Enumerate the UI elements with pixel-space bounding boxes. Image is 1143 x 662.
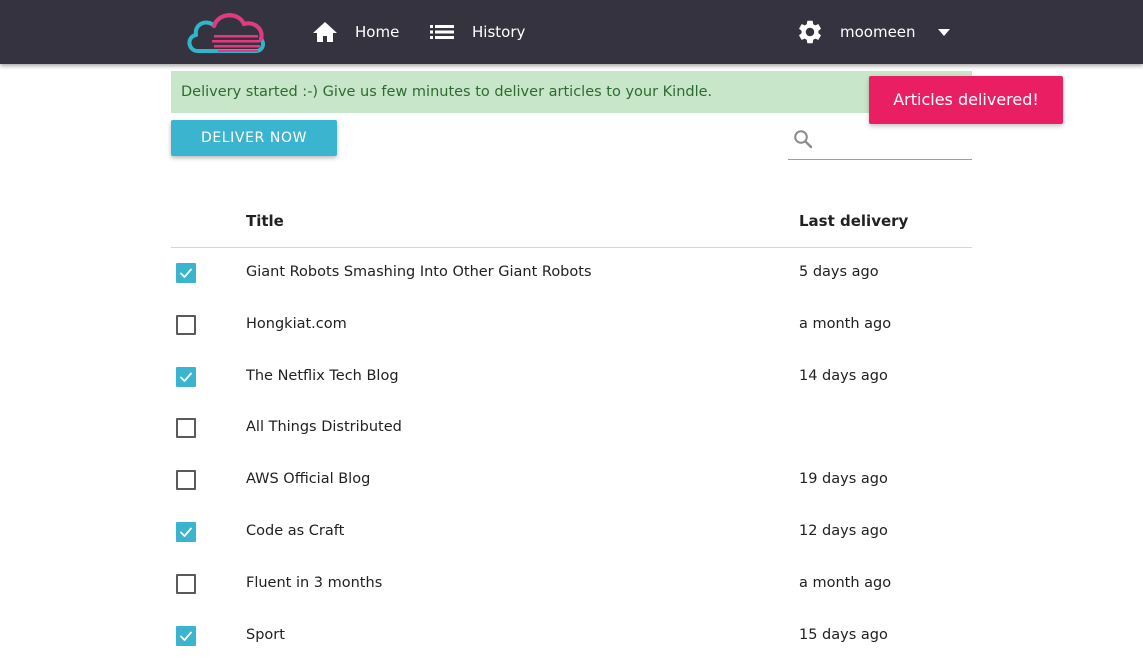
row-last-delivery: 5 days ago bbox=[799, 264, 879, 280]
table-body: Giant Robots Smashing Into Other Giant R… bbox=[171, 248, 972, 662]
articles-delivered-toast: Articles delivered! bbox=[869, 76, 1063, 124]
deliver-now-button[interactable]: DELIVER NOW bbox=[171, 120, 337, 156]
row-title[interactable]: Fluent in 3 months bbox=[246, 575, 382, 591]
row-title[interactable]: AWS Official Blog bbox=[246, 471, 370, 487]
row-title[interactable]: Hongkiat.com bbox=[246, 316, 347, 332]
check-icon bbox=[180, 268, 192, 278]
row-checkbox[interactable] bbox=[176, 470, 196, 491]
row-checkbox[interactable] bbox=[176, 366, 196, 387]
nav-history-link[interactable]: History bbox=[430, 0, 525, 64]
gear-icon[interactable] bbox=[796, 18, 824, 46]
table-header: Title Last delivery bbox=[171, 195, 972, 248]
row-last-delivery: 15 days ago bbox=[799, 626, 888, 643]
table-row[interactable]: AWS Official Blog 19 days ago bbox=[171, 455, 972, 507]
table-row[interactable]: The Netflix Tech Blog 14 days ago bbox=[171, 352, 972, 404]
row-last-delivery: a month ago bbox=[799, 574, 892, 591]
check-icon bbox=[180, 527, 192, 537]
row-last-delivery: 14 days ago bbox=[799, 367, 888, 384]
column-header-title[interactable]: Title bbox=[246, 212, 284, 230]
search-field bbox=[788, 122, 972, 160]
table-row[interactable]: Sport 15 days ago bbox=[171, 611, 972, 662]
top-navbar: Home History moomeen bbox=[0, 0, 1143, 64]
row-last-delivery: a month ago bbox=[799, 315, 892, 332]
row-last-delivery: 12 days ago bbox=[799, 522, 888, 539]
search-input[interactable] bbox=[822, 126, 968, 156]
table-row[interactable]: Code as Craft 12 days ago bbox=[171, 507, 972, 559]
username-label: moomeen bbox=[840, 23, 916, 41]
row-title[interactable]: Giant Robots Smashing Into Other Giant R… bbox=[246, 264, 592, 280]
row-checkbox[interactable] bbox=[176, 418, 196, 439]
table-row[interactable]: Fluent in 3 months a month ago bbox=[171, 559, 972, 611]
column-header-last-delivery[interactable]: Last delivery bbox=[799, 212, 908, 230]
table-row[interactable]: All Things Distributed bbox=[171, 403, 972, 455]
row-title[interactable]: All Things Distributed bbox=[246, 419, 402, 435]
table-row[interactable]: Giant Robots Smashing Into Other Giant R… bbox=[171, 248, 972, 300]
row-checkbox[interactable] bbox=[176, 521, 196, 542]
delivery-started-alert: Delivery started :-) Give us few minutes… bbox=[171, 71, 972, 113]
user-menu[interactable]: moomeen bbox=[796, 0, 950, 64]
list-icon bbox=[430, 25, 454, 39]
row-checkbox[interactable] bbox=[176, 625, 196, 646]
nav-home-label: Home bbox=[355, 23, 400, 41]
check-icon bbox=[180, 631, 192, 641]
row-title[interactable]: The Netflix Tech Blog bbox=[246, 368, 399, 384]
search-icon bbox=[794, 130, 813, 149]
row-checkbox[interactable] bbox=[176, 263, 196, 283]
row-checkbox[interactable] bbox=[176, 573, 196, 594]
row-title[interactable]: Sport bbox=[246, 627, 285, 643]
home-icon bbox=[313, 22, 337, 42]
nav-home-link[interactable]: Home bbox=[312, 0, 399, 64]
table-row[interactable]: Hongkiat.com a month ago bbox=[171, 300, 972, 352]
row-last-delivery: 19 days ago bbox=[799, 471, 888, 488]
caret-down-icon[interactable] bbox=[937, 28, 950, 36]
sources-table: Title Last delivery Giant Robots Smashin… bbox=[171, 195, 972, 662]
check-icon bbox=[180, 372, 192, 382]
row-checkbox[interactable] bbox=[176, 314, 196, 335]
cloud-logo-icon[interactable] bbox=[184, 8, 268, 56]
row-title[interactable]: Code as Craft bbox=[246, 523, 344, 539]
nav-history-label: History bbox=[472, 23, 526, 41]
